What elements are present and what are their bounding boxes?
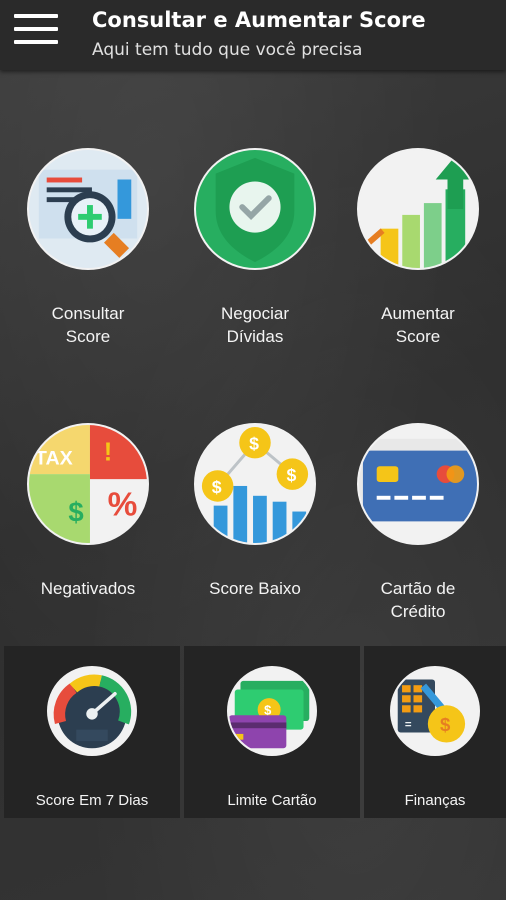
card-limite-cartao[interactable]: $ Limite Cartão bbox=[184, 646, 360, 818]
menu-item-label: Consultar Score bbox=[51, 304, 125, 346]
magnifier-plus-icon bbox=[27, 148, 149, 270]
speedometer-icon bbox=[47, 666, 137, 756]
menu-item-label: Score Baixo bbox=[209, 579, 301, 598]
calculator-coin-icon: = $ bbox=[390, 666, 480, 756]
menu-item-label: Aumentar Score bbox=[381, 304, 455, 346]
page-subtitle: Aqui tem tudo que você precisa bbox=[92, 40, 363, 60]
shield-check-icon bbox=[194, 148, 316, 270]
menu-item-label: Negociar Dívidas bbox=[220, 304, 290, 346]
svg-text:$: $ bbox=[68, 496, 83, 527]
cash-card-icon: $ bbox=[227, 666, 317, 756]
svg-text:$: $ bbox=[212, 477, 222, 497]
menu-item-label: Cartão de Crédito bbox=[380, 579, 456, 621]
menu-item-cartao-de-credito[interactable]: Cartão de Crédito bbox=[334, 423, 502, 623]
svg-text:=: = bbox=[405, 719, 412, 731]
menu-item-negociar-dividas[interactable]: Negociar Dívidas bbox=[171, 148, 339, 348]
tax-percent-icon: TAX ! $ % bbox=[27, 423, 149, 545]
menu-item-consultar-score[interactable]: Consultar Score bbox=[4, 148, 172, 348]
coins-chart-icon: $ $ $ bbox=[194, 423, 316, 545]
hamburger-menu-icon[interactable] bbox=[14, 14, 58, 46]
svg-text:!: ! bbox=[104, 438, 113, 466]
bottom-card-row: Score Em 7 Dias $ Limite Cartão = $ Fina… bbox=[0, 646, 506, 818]
svg-text:TAX: TAX bbox=[35, 447, 73, 469]
card-score-em-7-dias[interactable]: Score Em 7 Dias bbox=[4, 646, 180, 818]
page-title: Consultar e Aumentar Score bbox=[92, 8, 426, 32]
app-bar: Consultar e Aumentar Score Aqui tem tudo… bbox=[0, 0, 506, 70]
svg-text:%: % bbox=[108, 486, 138, 523]
menu-item-label: Negativados bbox=[40, 579, 136, 598]
card-label: Score Em 7 Dias bbox=[35, 792, 149, 809]
svg-text:$: $ bbox=[440, 714, 451, 735]
menu-item-score-baixo[interactable]: $ $ $ Score Baixo bbox=[171, 423, 339, 600]
card-label: Limite Cartão bbox=[227, 792, 317, 809]
card-financas[interactable]: = $ Finanças bbox=[364, 646, 506, 818]
growth-bars-icon bbox=[357, 148, 479, 270]
svg-text:$: $ bbox=[286, 465, 296, 485]
menu-item-negativados[interactable]: TAX ! $ % Negativados bbox=[4, 423, 172, 600]
credit-card-icon bbox=[357, 423, 479, 545]
card-label: Finanças bbox=[404, 792, 466, 809]
svg-text:$: $ bbox=[249, 434, 259, 454]
menu-item-aumentar-score[interactable]: Aumentar Score bbox=[334, 148, 502, 348]
